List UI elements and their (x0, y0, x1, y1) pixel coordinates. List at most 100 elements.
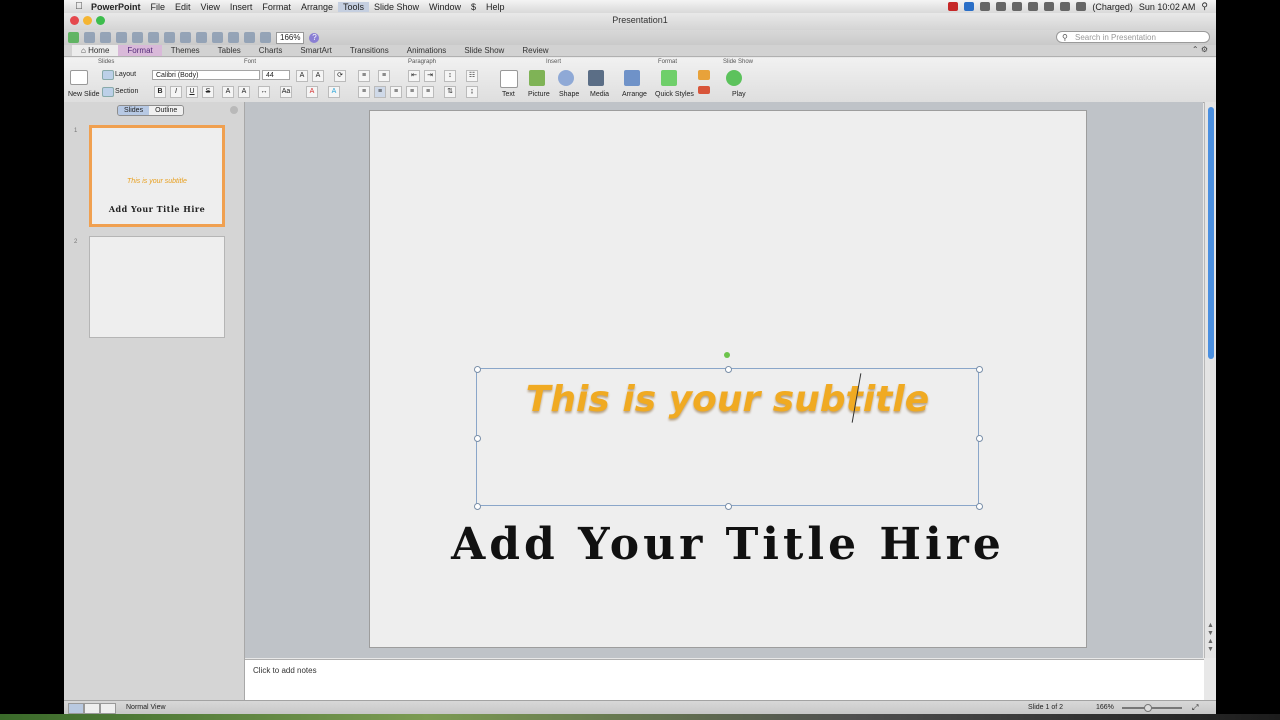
resize-handle[interactable] (725, 503, 732, 510)
change-case-button[interactable]: Aa (280, 86, 292, 98)
insert-picture-button[interactable]: Picture (528, 91, 550, 98)
rotate-handle[interactable] (724, 352, 730, 358)
record-icon[interactable] (948, 2, 959, 11)
menu-slide-show[interactable]: Slide Show (369, 2, 424, 12)
print-icon[interactable] (132, 32, 143, 43)
layout-button[interactable]: Layout (115, 71, 136, 78)
wifi-icon[interactable] (1044, 2, 1055, 11)
shape-icon[interactable] (558, 70, 574, 86)
copy-icon[interactable] (164, 32, 175, 43)
font-color-button[interactable]: A (306, 86, 318, 98)
zoom-slider[interactable] (1122, 707, 1182, 709)
grow-font-button[interactable]: A (296, 70, 308, 82)
menu-script[interactable]: $ (466, 2, 481, 12)
tab-slides[interactable]: Slides (118, 106, 150, 115)
paste-icon[interactable] (180, 32, 191, 43)
tab-outline[interactable]: Outline (149, 106, 184, 115)
media-icon[interactable] (588, 70, 604, 86)
superscript-button[interactable]: A (222, 86, 234, 98)
line-spacing-button[interactable]: ↕ (444, 70, 456, 82)
tab-themes[interactable]: Themes (162, 45, 209, 56)
apple-icon[interactable]:  (72, 1, 86, 12)
quick-styles-button[interactable]: Quick Styles (655, 91, 694, 98)
picture-icon[interactable] (529, 70, 545, 86)
play-icon[interactable] (726, 70, 742, 86)
tab-charts[interactable]: Charts (250, 45, 292, 56)
resize-handle[interactable] (976, 435, 983, 442)
font-size-select[interactable]: 44 (262, 70, 290, 80)
undo-icon[interactable] (212, 32, 223, 43)
help-icon[interactable]: ? (309, 32, 320, 43)
resize-handle[interactable] (474, 366, 481, 373)
time-machine-icon[interactable] (1012, 2, 1023, 11)
menu-insert[interactable]: Insert (225, 2, 258, 12)
italic-button[interactable]: I (170, 86, 182, 98)
bold-button[interactable]: B (154, 86, 166, 98)
close-pane-icon[interactable] (230, 106, 238, 114)
clear-formatting-button[interactable]: ⟳ (334, 70, 346, 82)
increase-indent-button[interactable]: ⇥ (424, 70, 436, 82)
numbering-button[interactable]: ≡ (378, 70, 390, 82)
justify-button[interactable]: ≡ (406, 86, 418, 98)
decrease-indent-button[interactable]: ⇤ (408, 70, 420, 82)
notes-pane[interactable]: Click to add notes (245, 659, 1204, 701)
tab-smartart[interactable]: SmartArt (291, 45, 341, 56)
menu-format[interactable]: Format (257, 2, 296, 12)
slide-thumbnail-1[interactable]: This is your subtitle Add Your Title Hir… (89, 125, 225, 227)
slide-title[interactable]: Add Your Title Hire (370, 519, 1086, 570)
shape-fill-icon[interactable] (698, 70, 710, 80)
insert-text-button[interactable]: Text (502, 91, 515, 98)
search-input[interactable]: ⚲ Search in Presentation (1056, 31, 1210, 43)
arrange-icon[interactable] (624, 70, 640, 86)
insert-media-button[interactable]: Media (590, 91, 609, 98)
vertical-scrollbar[interactable]: ▲ ▼ ▲ ▼ (1204, 102, 1216, 658)
dropbox-icon[interactable] (964, 2, 975, 11)
bluetooth-icon[interactable] (1028, 2, 1039, 11)
arrange-button[interactable]: Arrange (622, 91, 647, 98)
font-name-select[interactable]: Calibri (Body) (152, 70, 260, 80)
underline-button[interactable]: U (186, 86, 198, 98)
insert-shape-button[interactable]: Shape (559, 91, 579, 98)
resize-handle[interactable] (976, 503, 983, 510)
save-icon[interactable] (116, 32, 127, 43)
menu-window[interactable]: Window (424, 2, 466, 12)
menu-app-name[interactable]: PowerPoint (86, 2, 146, 12)
slide-show-view-button[interactable] (100, 703, 116, 714)
play-button[interactable]: Play (732, 91, 746, 98)
battery-status[interactable]: (Charged) (1092, 2, 1133, 12)
slide-sorter-button[interactable] (84, 703, 100, 714)
align-right-button[interactable]: ≡ (390, 86, 402, 98)
gallery-icon[interactable] (244, 32, 255, 43)
resize-handle[interactable] (725, 366, 732, 373)
menu-file[interactable]: File (146, 2, 171, 12)
new-slide-button[interactable]: New Slide (68, 91, 100, 98)
new-document-icon[interactable] (68, 32, 79, 43)
menu-view[interactable]: View (196, 2, 225, 12)
strikethrough-button[interactable]: S (202, 86, 214, 98)
zoom-select[interactable]: 166% (276, 31, 305, 44)
text-effects-button[interactable]: A (328, 86, 340, 98)
cut-icon[interactable] (148, 32, 159, 43)
tab-tables[interactable]: Tables (209, 45, 250, 56)
spotlight-icon[interactable]: ⚲ (1201, 1, 1208, 12)
new-slide-icon[interactable] (70, 70, 88, 85)
character-spacing-button[interactable]: ↔ (258, 86, 270, 98)
tab-animations[interactable]: Animations (398, 45, 456, 56)
section-button[interactable]: Section (115, 88, 138, 95)
redo-icon[interactable] (228, 32, 239, 43)
resize-handle[interactable] (474, 435, 481, 442)
tab-home[interactable]: ⌂ Home (72, 45, 119, 56)
zoom-slider-knob[interactable] (1144, 704, 1152, 712)
tab-review[interactable]: Review (513, 45, 557, 56)
grid-icon[interactable] (980, 2, 991, 11)
scroll-arrows[interactable]: ▲ ▼ ▲ ▼ (1207, 622, 1214, 654)
slide-show-icon[interactable] (260, 32, 271, 43)
slide-subtitle[interactable]: This is your subtitle (476, 379, 979, 420)
align-left-button[interactable]: ≡ (358, 86, 370, 98)
collapse-ribbon-icon[interactable]: ⌃ ⚙ (1192, 45, 1208, 54)
format-painter-icon[interactable] (196, 32, 207, 43)
columns-button[interactable]: ☷ (466, 70, 478, 82)
clock[interactable]: Sun 10:02 AM (1139, 2, 1196, 12)
battery-icon[interactable] (1076, 2, 1087, 11)
volume-icon[interactable] (1060, 2, 1071, 11)
